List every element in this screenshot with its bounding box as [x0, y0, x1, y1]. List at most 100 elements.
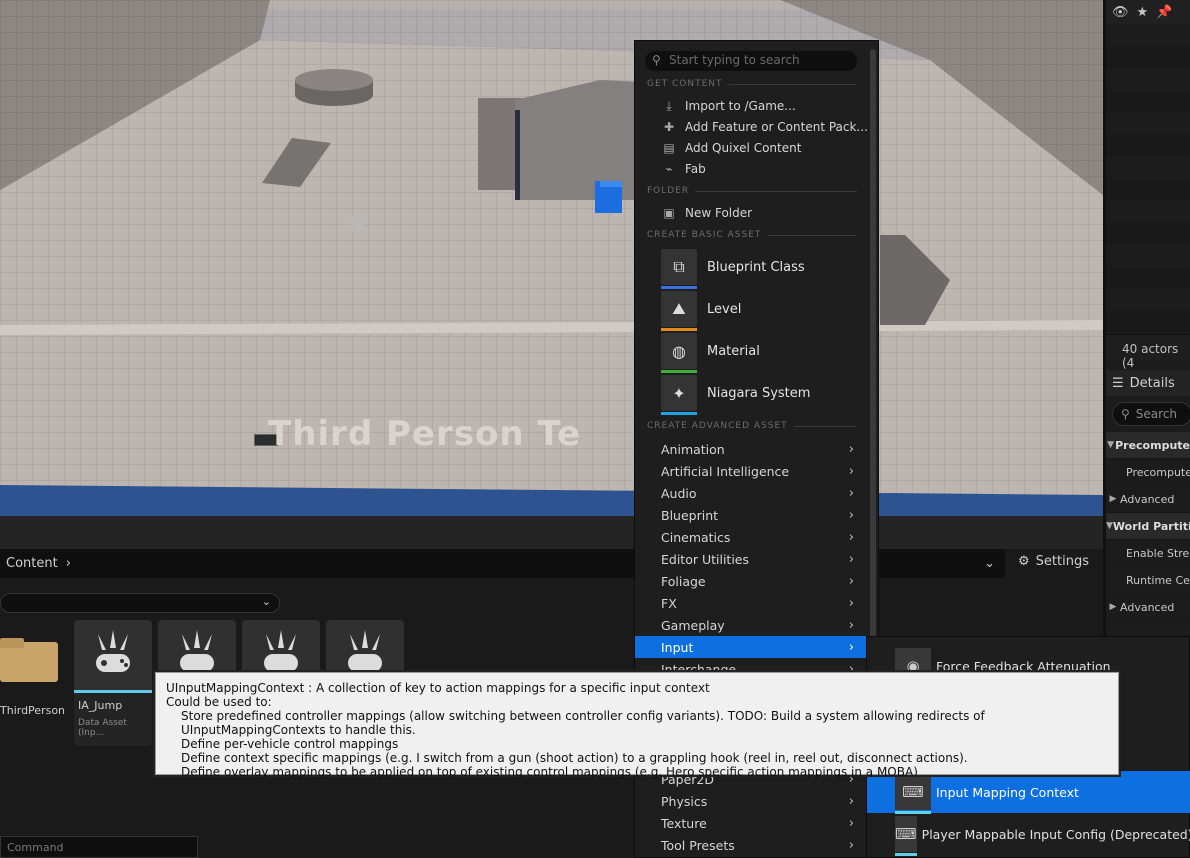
chevron-right-icon: ›	[848, 573, 854, 589]
blueprint-class-icon: ⧉	[661, 249, 697, 289]
command-input[interactable]: Command	[0, 836, 198, 858]
search-icon: ⚲	[1121, 407, 1130, 421]
search-icon: ⚲	[652, 53, 661, 67]
player-start-icon	[350, 217, 364, 231]
import-menu-item[interactable]: ⤓ Import to /Game...	[661, 96, 795, 116]
star-icon[interactable]: ★	[1137, 5, 1149, 20]
category-physics[interactable]: Physics ›	[635, 790, 868, 812]
level-icon: ⛰	[661, 291, 697, 331]
chevron-right-icon: ›	[848, 837, 854, 853]
import-icon: ⤓	[666, 98, 672, 113]
tab-details[interactable]: ☰ Details	[1106, 370, 1190, 396]
chevron-down-icon[interactable]: ⌄	[984, 556, 995, 571]
chevron-right-icon: ›	[848, 529, 854, 545]
fab-menu-item[interactable]: ⌁ Fab	[661, 159, 705, 179]
tooltip-title: UInputMappingContext : A collection of k…	[166, 681, 710, 695]
category-editor-utilities[interactable]: Editor Utilities ›	[635, 548, 868, 570]
category-artificial-intelligence[interactable]: Artificial Intelligence ›	[635, 460, 868, 482]
category-animation[interactable]: Animation ›	[635, 438, 868, 460]
niagara-system-menu-item[interactable]: ✦ Niagara System	[661, 374, 810, 415]
level-viewport[interactable]: Third Person Te	[0, 0, 1103, 516]
tooltip-line: Define context specific mappings (e.g. I…	[181, 751, 968, 765]
player-mappable-input-config-item[interactable]: ⌨ Player Mappable Input Config (Deprecat…	[867, 813, 1190, 856]
tooltip: UInputMappingContext : A collection of k…	[155, 672, 1119, 779]
details-category[interactable]: ▼ Precompute	[1106, 432, 1190, 459]
section-create-advanced: CREATE ADVANCED ASSET	[647, 421, 857, 431]
tooltip-line: Define per-vehicle control mappings	[181, 737, 399, 751]
chevron-right-icon: ›	[848, 595, 854, 611]
details-list: ▼ Precompute Precompute ▶ Advanced ▼ World …	[1106, 432, 1190, 621]
chevron-right-icon: ›	[65, 556, 71, 571]
category-fx[interactable]: FX ›	[635, 592, 868, 614]
category-input[interactable]: Input ›	[635, 636, 868, 658]
filter-dropdown[interactable]: ⌄	[0, 593, 280, 613]
tooltip-intro: Could be used to:	[166, 695, 272, 709]
add-quixel-menu-item[interactable]: ▤ Add Quixel Content	[661, 138, 801, 158]
collapse-arrow-icon: ▶	[1109, 602, 1117, 612]
gear-icon: ⚙	[1018, 554, 1030, 569]
section-get-content: GET CONTENT	[647, 79, 857, 89]
menu-search-input[interactable]: ⚲ Start typing to search	[645, 51, 857, 71]
outliner-list[interactable]	[1106, 24, 1190, 334]
asset-kind: Data Asset (Inp...	[78, 718, 127, 738]
category-cinematics[interactable]: Cinematics ›	[635, 526, 868, 548]
category-audio[interactable]: Audio ›	[635, 482, 868, 504]
section-folder: FOLDER	[647, 186, 857, 196]
blueprint-class-menu-item[interactable]: ⧉ Blueprint Class	[661, 248, 805, 289]
details-search-input[interactable]: ⚲ Search	[1112, 402, 1190, 426]
asset-name: IA_Jump	[78, 699, 123, 712]
content-browser-toolbar	[0, 516, 1103, 549]
chevron-right-icon: ›	[848, 639, 854, 655]
chevron-down-icon: ⌄	[261, 595, 271, 608]
fab-icon: ⌁	[665, 162, 673, 176]
quixel-icon: ▤	[663, 141, 675, 155]
details-property: Precompute	[1106, 459, 1190, 486]
expand-arrow-icon: ▼	[1107, 440, 1114, 450]
section-create-basic: CREATE BASIC ASSET	[647, 230, 857, 240]
details-property: Enable Strea	[1106, 540, 1190, 567]
category-foliage[interactable]: Foliage ›	[635, 570, 868, 592]
actors-count: 40 actors (4	[1106, 334, 1190, 370]
asset-tile[interactable]: IA_Jump Data Asset (Inp...	[74, 620, 152, 746]
tooltip-line: Define overlay mappings to be applied on…	[181, 765, 918, 779]
details-property: Runtime Cel	[1106, 567, 1190, 594]
details-advanced[interactable]: ▶ Advanced	[1106, 486, 1190, 513]
chevron-right-icon: ›	[848, 815, 854, 831]
chevron-right-icon: ›	[848, 793, 854, 809]
category-tool-presets[interactable]: Tool Presets ›	[635, 834, 868, 856]
chevron-right-icon: ›	[848, 463, 854, 479]
category-gameplay[interactable]: Gameplay ›	[635, 614, 868, 636]
settings-button[interactable]: ⚙ Settings	[1018, 554, 1089, 569]
details-tab-label: Details	[1129, 375, 1175, 391]
chevron-right-icon: ›	[848, 551, 854, 567]
menu-scrollbar[interactable]	[870, 49, 876, 641]
keyboard-icon: ⌨	[895, 816, 917, 856]
folder-tile[interactable]: ThirdPerson	[0, 620, 70, 746]
pin-icon[interactable]: 📌	[1156, 5, 1172, 20]
details-category[interactable]: ▼ World Partiti	[1106, 513, 1190, 540]
level-menu-item[interactable]: ⛰ Level	[661, 290, 741, 331]
eye-icon[interactable]: 👁	[1112, 5, 1129, 20]
breadcrumb-content[interactable]: Content	[6, 556, 58, 571]
chevron-right-icon: ›	[848, 507, 854, 523]
gamepad-icon	[74, 620, 152, 690]
folder-icon	[0, 638, 58, 682]
category-blueprint[interactable]: Blueprint ›	[635, 504, 868, 526]
new-folder-icon: ▣	[663, 206, 675, 220]
feature-pack-icon: ✚	[663, 120, 675, 134]
input-mapping-context-icon: ⌨	[895, 774, 931, 814]
category-texture[interactable]: Texture ›	[635, 812, 868, 834]
details-icon: ☰	[1112, 375, 1124, 391]
expand-arrow-icon: ▼	[1106, 521, 1113, 531]
material-menu-item[interactable]: ◍ Material	[661, 332, 760, 373]
niagara-icon: ✦	[661, 375, 697, 415]
add-feature-pack-menu-item[interactable]: ✚ Add Feature or Content Pack...	[661, 117, 868, 137]
viewport-overlay-text: Third Person Te	[268, 414, 582, 454]
new-folder-menu-item[interactable]: ▣ New Folder	[661, 203, 752, 223]
chevron-right-icon: ›	[848, 485, 854, 501]
chevron-right-icon: ›	[848, 617, 854, 633]
details-advanced[interactable]: ▶ Advanced	[1106, 594, 1190, 621]
chevron-right-icon: ›	[848, 441, 854, 457]
folder-name: ThirdPerson	[0, 704, 66, 717]
tooltip-line: Store predefined controller mappings (al…	[181, 709, 985, 737]
